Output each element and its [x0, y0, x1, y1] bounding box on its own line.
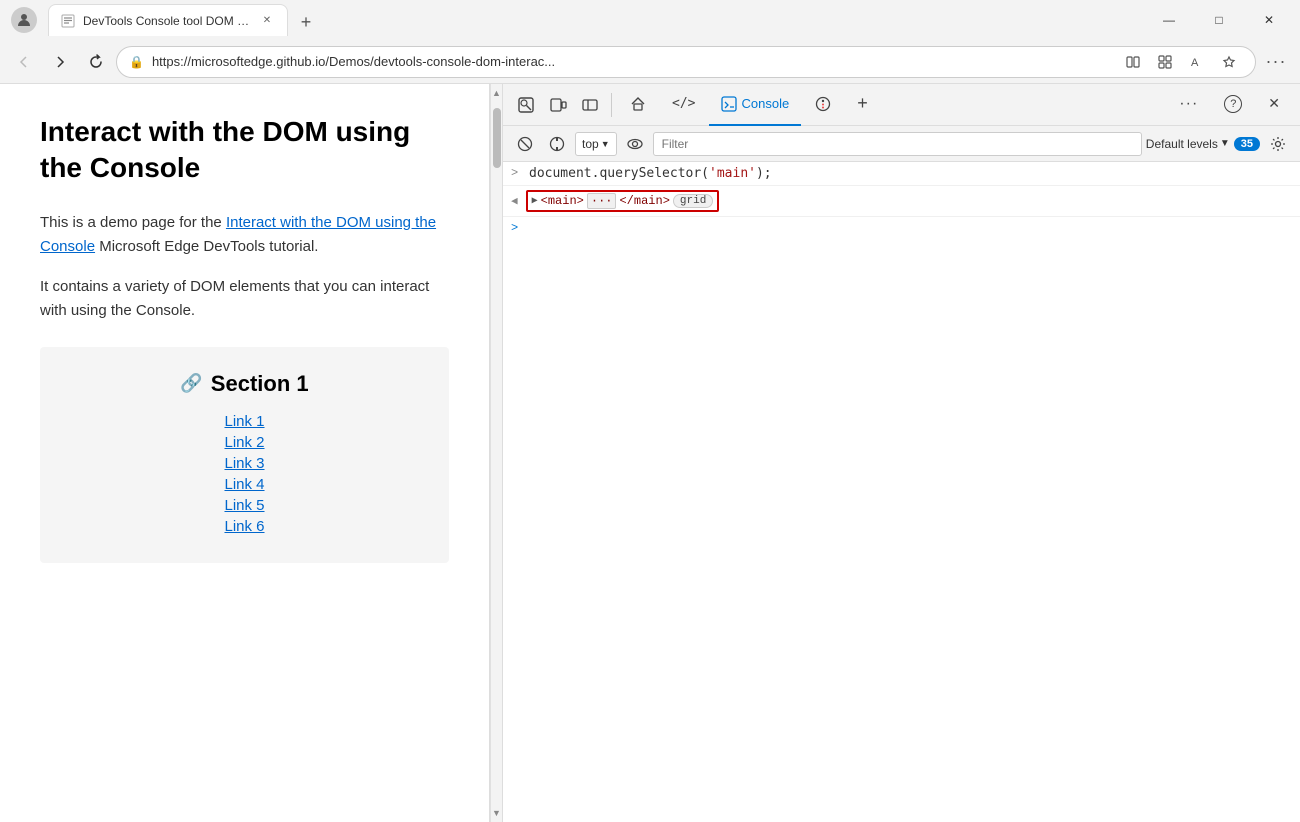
context-dropdown-arrow: ▼: [601, 139, 610, 149]
console-output: > document.querySelector('main'); ◀ ▶ <m…: [503, 162, 1300, 822]
filter-input[interactable]: [653, 132, 1142, 156]
window-controls: — □ ✕: [1146, 4, 1292, 36]
page-title: Interact with the DOM using the Console: [40, 114, 449, 187]
scroll-track: [493, 98, 501, 808]
console-settings-button[interactable]: [543, 130, 571, 158]
dom-node-result[interactable]: ▶ <main> ··· </main> grid: [526, 190, 720, 212]
section-link-4[interactable]: Link 4: [64, 476, 425, 493]
console-tab-label: Console: [741, 96, 789, 111]
device-emulation-button[interactable]: [543, 90, 573, 120]
nav-bar: 🔒 https://microsoftedge.github.io/Demos/…: [0, 40, 1300, 84]
tab-close-button[interactable]: ✕: [259, 13, 275, 29]
console-toolbar: top ▼ Default levels ▼ 35: [503, 126, 1300, 162]
active-tab[interactable]: DevTools Console tool DOM inte ✕: [48, 4, 288, 36]
collections-icon[interactable]: [1151, 48, 1179, 76]
console-next-prompt: >: [503, 217, 1300, 239]
log-levels-selector[interactable]: Default levels ▼: [1146, 137, 1230, 151]
add-tool-button[interactable]: +: [845, 84, 880, 126]
result-back-arrow[interactable]: ◀: [511, 194, 518, 208]
forward-button[interactable]: [44, 46, 76, 78]
section-link-1[interactable]: Link 1: [64, 413, 425, 430]
close-devtools-button[interactable]: ✕: [1256, 84, 1292, 126]
profile-avatar: [11, 7, 37, 33]
svg-text:A: A: [1191, 57, 1199, 69]
sources-tab[interactable]: [803, 84, 843, 126]
grid-badge: grid: [673, 194, 713, 208]
log-levels-arrow: ▼: [1220, 138, 1230, 149]
main-area: Interact with the DOM using the Console …: [0, 84, 1300, 822]
more-options-button[interactable]: ···: [1260, 46, 1292, 78]
toolbar-divider: [611, 93, 612, 117]
message-count: 35: [1234, 137, 1260, 151]
title-bar: DevTools Console tool DOM inte ✕ + — □ ✕: [0, 0, 1300, 40]
sidebar-toggle-button[interactable]: [575, 90, 605, 120]
anchor-icon: 🔗: [180, 373, 202, 394]
new-tab-button[interactable]: +: [292, 8, 320, 36]
refresh-button[interactable]: [80, 46, 112, 78]
dom-result-line: ◀ ▶ <main> ··· </main> grid: [503, 186, 1300, 217]
url-text: https://microsoftedge.github.io/Demos/de…: [152, 54, 1111, 69]
devtools-tab-bar: </> Console + ··· ? ✕: [503, 84, 1300, 126]
nav-right: ···: [1260, 46, 1292, 78]
section-link-5[interactable]: Link 5: [64, 497, 425, 514]
address-actions: A: [1119, 48, 1243, 76]
console-command: document.querySelector('main');: [529, 166, 772, 181]
back-button[interactable]: [8, 46, 40, 78]
split-screen-icon[interactable]: [1119, 48, 1147, 76]
next-prompt-arrow[interactable]: >: [511, 221, 518, 235]
address-bar[interactable]: 🔒 https://microsoftedge.github.io/Demos/…: [116, 46, 1256, 78]
clear-console-button[interactable]: [511, 130, 539, 158]
page-paragraph-1: This is a demo page for the Interact wit…: [40, 211, 449, 259]
profile-icon[interactable]: [8, 4, 40, 36]
more-tools-menu[interactable]: ···: [1167, 84, 1210, 126]
context-selector[interactable]: top ▼: [575, 132, 617, 156]
console-tab[interactable]: Console: [709, 84, 801, 126]
devtools-panel: </> Console + ··· ? ✕: [502, 84, 1300, 822]
tag-ellipsis[interactable]: ···: [587, 193, 617, 209]
page-scrollbar[interactable]: ▲ ▼: [490, 84, 502, 822]
page-paragraph-2: It contains a variety of DOM elements th…: [40, 275, 449, 323]
console-gear-button[interactable]: [1264, 130, 1292, 158]
scroll-down-arrow[interactable]: ▼: [492, 808, 501, 818]
browser-window: DevTools Console tool DOM inte ✕ + — □ ✕…: [0, 0, 1300, 822]
eye-icon-button[interactable]: [621, 130, 649, 158]
paragraph-1-suffix: Microsoft Edge DevTools tutorial.: [95, 238, 318, 255]
paragraph-1-prefix: This is a demo page for the: [40, 214, 226, 231]
section-box: 🔗 Section 1 Link 1 Link 2 Link 3 Link 4 …: [40, 347, 449, 563]
tag-open: <main>: [541, 194, 584, 208]
context-value: top: [582, 137, 599, 151]
minimize-button[interactable]: —: [1146, 4, 1192, 36]
dom-expand-arrow[interactable]: ▶: [532, 195, 538, 207]
input-arrow: >: [511, 166, 523, 180]
tab-favicon: [61, 14, 75, 28]
tab-bar: DevTools Console tool DOM inte ✕ +: [48, 4, 1138, 36]
section-link-6[interactable]: Link 6: [64, 518, 425, 535]
page-content: Interact with the DOM using the Console …: [0, 84, 490, 822]
lock-icon: 🔒: [129, 55, 144, 69]
tab-title: DevTools Console tool DOM inte: [83, 14, 251, 28]
tag-close: </main>: [619, 194, 669, 208]
home-tab[interactable]: [618, 84, 658, 126]
console-input-line: > document.querySelector('main');: [503, 162, 1300, 186]
scroll-thumb[interactable]: [493, 108, 501, 168]
log-levels-text: Default levels: [1146, 137, 1218, 151]
favorites-icon[interactable]: [1215, 48, 1243, 76]
section-link-3[interactable]: Link 3: [64, 455, 425, 472]
section-link-2[interactable]: Link 2: [64, 434, 425, 451]
message-count-badge: 35: [1234, 137, 1260, 151]
close-button[interactable]: ✕: [1246, 4, 1292, 36]
help-button[interactable]: ?: [1212, 84, 1254, 126]
scroll-up-arrow[interactable]: ▲: [492, 88, 501, 98]
maximize-button[interactable]: □: [1196, 4, 1242, 36]
inspect-element-button[interactable]: [511, 90, 541, 120]
font-settings-icon[interactable]: A: [1183, 48, 1211, 76]
elements-tab[interactable]: </>: [660, 84, 707, 126]
section-heading: 🔗 Section 1: [64, 371, 425, 397]
